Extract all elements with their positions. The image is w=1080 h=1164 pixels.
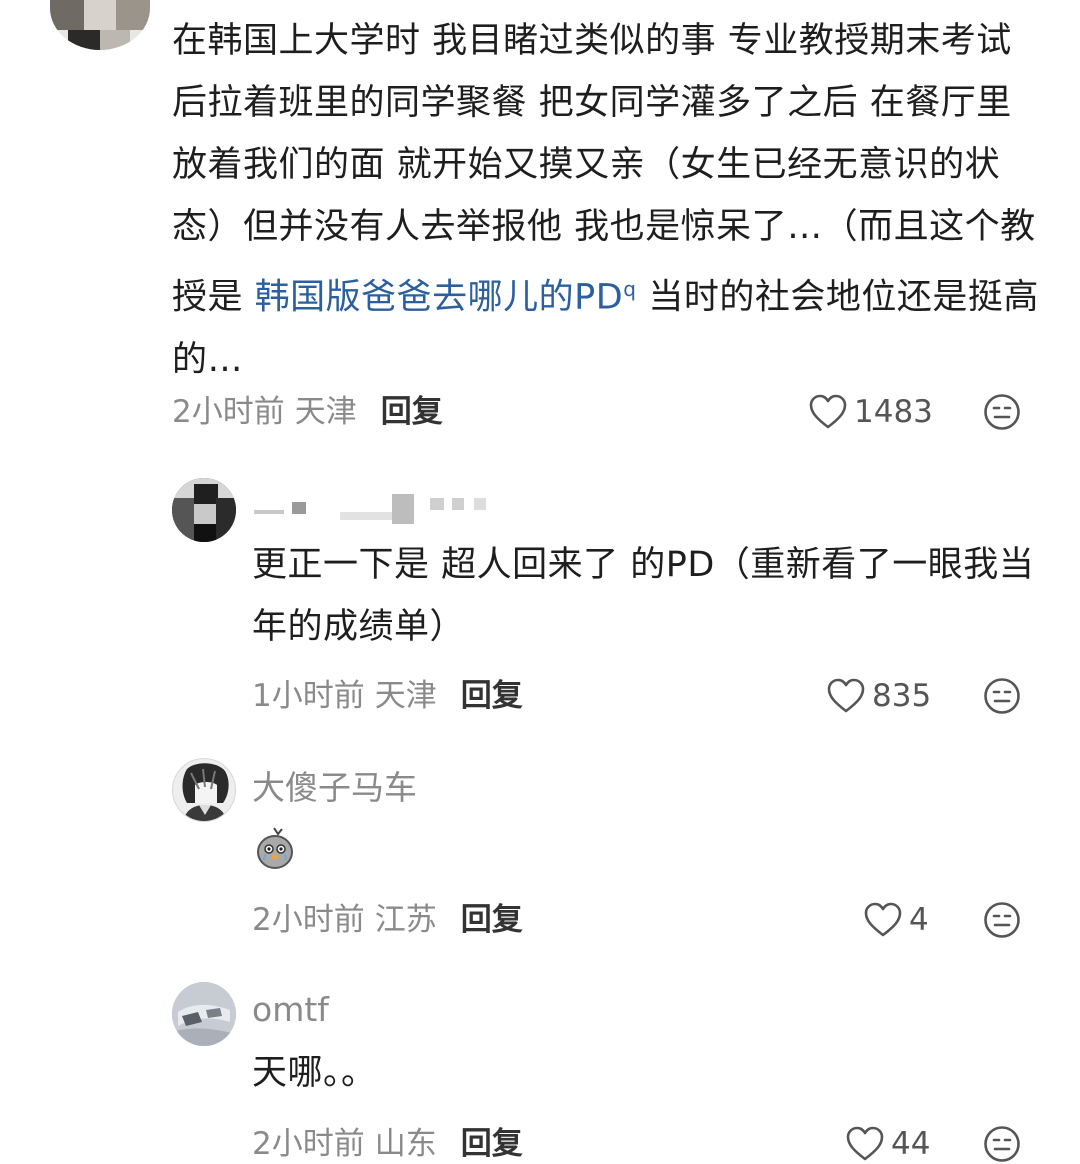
- like-button[interactable]: 835: [826, 676, 931, 716]
- reply-meta: 2小时前 山东 回复: [252, 1124, 523, 1164]
- reply-avatar[interactable]: [172, 478, 236, 542]
- emoji-reaction-icon[interactable]: [983, 677, 1021, 715]
- reply-time: 1小时前: [252, 678, 365, 714]
- heart-icon: [808, 394, 848, 430]
- reply-avatar[interactable]: [172, 758, 236, 822]
- reply-username[interactable]: omtf: [252, 990, 329, 1030]
- reply-time: 2小时前: [252, 902, 365, 938]
- like-button[interactable]: 4: [863, 900, 929, 940]
- commenter-avatar[interactable]: [50, 0, 150, 50]
- reply-username[interactable]: 大傻子马车: [252, 768, 417, 808]
- heart-icon: [863, 902, 903, 938]
- reply-button[interactable]: 回复: [461, 678, 523, 714]
- search-link[interactable]: 韩国版爸爸去哪儿的PD: [255, 278, 624, 318]
- reply-username-censored: [254, 490, 494, 530]
- like-button[interactable]: 1483: [808, 392, 933, 432]
- heart-icon: [826, 678, 866, 714]
- emoji-reaction-icon[interactable]: [983, 901, 1021, 939]
- reply-location: 天津: [374, 678, 437, 714]
- comment-time: 2小时前: [172, 394, 285, 430]
- reply-time: 2小时前: [252, 1126, 365, 1162]
- emoji-reaction-icon[interactable]: [983, 393, 1021, 431]
- like-count: 44: [891, 1126, 931, 1162]
- search-icon[interactable]: 𝗊: [623, 277, 636, 301]
- reply-avatar[interactable]: [172, 982, 236, 1046]
- reply-button[interactable]: 回复: [461, 902, 523, 938]
- emoji-reaction-icon[interactable]: [983, 1125, 1021, 1163]
- reply-location: 江苏: [374, 902, 437, 938]
- like-count: 1483: [854, 394, 933, 430]
- reply-location: 山东: [374, 1126, 437, 1162]
- like-count: 4: [909, 902, 929, 938]
- reply-meta: 2小时前 江苏 回复: [252, 900, 523, 940]
- reply-text: 更正一下是 超人回来了 的PD（重新看了一眼我当年的成绩单）: [252, 545, 1035, 647]
- like-button[interactable]: 44: [845, 1124, 930, 1164]
- reply-button[interactable]: 回复: [461, 1126, 523, 1162]
- reply-text: 天哪。。: [252, 1053, 377, 1093]
- like-count: 835: [872, 678, 932, 714]
- comment-meta: 2小时前 天津 回复: [172, 392, 443, 432]
- comment-text: 在韩国上大学时 我目睹过类似的事 专业教授期末考试后拉着班里的同学聚餐 把女同学…: [172, 21, 1039, 380]
- comment-location: 天津: [294, 394, 357, 430]
- heart-icon: [845, 1126, 885, 1162]
- crying-chick-sticker-icon: [254, 826, 296, 870]
- reply-button[interactable]: 回复: [381, 394, 443, 430]
- reply-meta: 1小时前 天津 回复: [252, 676, 523, 716]
